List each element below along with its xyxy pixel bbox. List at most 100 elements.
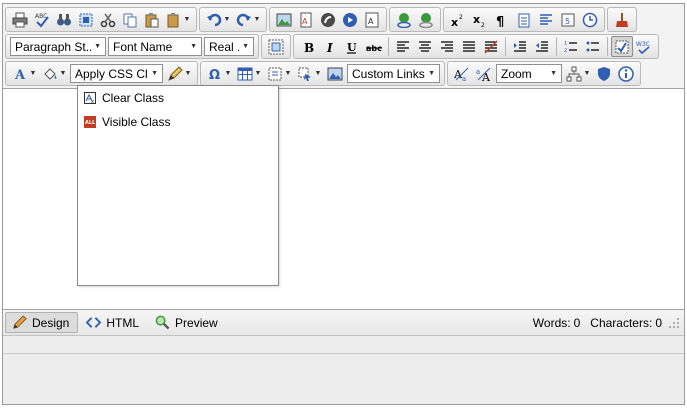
characters-value: 0 [655, 315, 662, 330]
tab-preview[interactable]: Preview [149, 312, 226, 333]
toolbar-group-image-props [261, 34, 291, 59]
justify-left-button[interactable] [392, 36, 414, 57]
back-color-dropdown[interactable]: ▼ [39, 63, 69, 84]
format-painter-dropdown[interactable]: ▼ [164, 63, 194, 84]
find-button[interactable] [53, 9, 75, 30]
toggle-table-borders-button[interactable] [611, 36, 633, 57]
align-center-icon [419, 40, 431, 52]
module-manager-dropdown[interactable]: ▼ [563, 63, 593, 84]
unlink-icon [419, 12, 433, 28]
superscript-button[interactable]: x2 [447, 9, 469, 30]
pencil-icon [13, 315, 27, 329]
resize-grip-icon[interactable] [668, 317, 680, 329]
underline-button[interactable]: U [341, 36, 363, 57]
insert-paragraph-button[interactable]: ¶ [491, 9, 513, 30]
strikethrough-button[interactable]: abc [363, 36, 385, 57]
insert-form-element-dropdown[interactable]: ▼ [264, 63, 294, 84]
clear-class-icon: x [84, 92, 96, 104]
template-icon: A [365, 12, 379, 27]
redo-button[interactable]: ▼ [233, 9, 263, 30]
underline-icon: U [347, 41, 357, 54]
chevron-down-icon: ▼ [242, 43, 249, 50]
toggle-screen-mode-button[interactable] [593, 63, 615, 84]
paragraph-align-button[interactable] [535, 9, 557, 30]
xhtml-validator-button[interactable]: W3C [633, 36, 655, 57]
insert-symbol-dropdown[interactable]: Ω ▼ [204, 63, 234, 84]
zoom-dropdown[interactable]: Zoom ▼ [496, 64, 562, 83]
fore-color-dropdown[interactable]: A ▼ [9, 63, 39, 84]
chevron-down-icon: ▼ [428, 70, 435, 77]
chevron-down-icon: ▼ [550, 70, 557, 77]
justify-right-button[interactable] [436, 36, 458, 57]
justify-center-button[interactable] [414, 36, 436, 57]
align-lines-icon [540, 13, 552, 25]
svg-text:Ω: Ω [209, 68, 220, 82]
globe-link-icon [397, 12, 411, 28]
font-name-dropdown[interactable]: Font Name ▼ [108, 37, 202, 56]
copy-button[interactable] [119, 9, 141, 30]
svg-text:A: A [368, 17, 374, 26]
bold-button[interactable]: B [297, 36, 319, 57]
convert-to-lower-button[interactable]: Aa [451, 63, 473, 84]
bullet-list-button[interactable] [582, 36, 604, 57]
format-stripper-button[interactable] [513, 9, 535, 30]
chevron-down-icon: ▼ [94, 43, 101, 50]
toolbar-group-insert-elements: Ω ▼ ▼ ▼ ▼ Custom Links ▼ [200, 61, 445, 86]
image-map-button[interactable] [324, 63, 346, 84]
words-value: 0 [573, 315, 581, 330]
paste-button[interactable] [141, 9, 163, 30]
css-class-option-visible[interactable]: ALL Visible Class [78, 110, 278, 134]
svg-text:2: 2 [459, 14, 463, 21]
table-icon [237, 67, 253, 80]
media-manager-button[interactable] [339, 9, 361, 30]
table-borders-icon [615, 40, 629, 53]
pen-icon [167, 65, 183, 81]
subscript-button[interactable]: x2 [469, 9, 491, 30]
css-class-value: Apply CSS Cl... [75, 66, 148, 81]
remove-link-button[interactable] [415, 9, 437, 30]
insert-time-button[interactable] [579, 9, 601, 30]
font-color-icon: A [14, 68, 26, 82]
chevron-down-icon: ▼ [253, 16, 261, 23]
custom-links-dropdown[interactable]: Custom Links ▼ [347, 64, 440, 83]
toolbar-group-links [389, 7, 441, 32]
template-manager-button[interactable]: A [361, 9, 383, 30]
spellcheck-button[interactable]: ABC [31, 9, 53, 30]
tab-design[interactable]: Design [5, 312, 79, 333]
tab-html[interactable]: HTML [80, 312, 147, 333]
flash-manager-button[interactable] [317, 9, 339, 30]
font-size-dropdown[interactable]: Real ... ▼ [204, 37, 254, 56]
hyperlink-manager-button[interactable] [393, 9, 415, 30]
css-class-option-clear[interactable]: x Clear Class [78, 86, 278, 110]
image-properties-button[interactable] [265, 36, 287, 57]
select-all-button[interactable] [75, 9, 97, 30]
chevron-down-icon: ▼ [29, 70, 37, 77]
outdent-button[interactable] [531, 36, 553, 57]
insert-date-button[interactable]: 5 [557, 9, 579, 30]
image-manager-button[interactable] [273, 9, 295, 30]
apply-css-class-dropdown[interactable]: Apply CSS Cl... ▼ [70, 64, 163, 83]
cut-button[interactable] [97, 9, 119, 30]
css-class-option-label: Visible Class [102, 115, 171, 129]
print-button[interactable] [9, 9, 31, 30]
undo-button[interactable]: ▼ [203, 9, 233, 30]
chevron-down-icon: ▼ [184, 70, 192, 77]
convert-to-upper-button[interactable]: aA [473, 63, 495, 84]
paste-options-dropdown[interactable]: ▼ [163, 9, 193, 30]
document-manager-button[interactable]: A [295, 9, 317, 30]
form-element-icon [268, 67, 282, 80]
format-cleaner-button[interactable] [611, 9, 633, 30]
font-name-value: Font Name [113, 39, 173, 54]
svg-text:A: A [14, 68, 26, 82]
indent-button[interactable] [509, 36, 531, 57]
italic-button[interactable]: I [319, 36, 341, 57]
css-class-option-label: Clear Class [102, 91, 165, 105]
css-class-popup: x Clear Class ALL Visible Class [77, 85, 279, 286]
insert-table-dropdown[interactable]: ▼ [234, 63, 264, 84]
justify-full-button[interactable] [458, 36, 480, 57]
about-button[interactable] [615, 63, 637, 84]
paragraph-style-dropdown[interactable]: Paragraph St... ▼ [10, 37, 106, 56]
justify-none-button[interactable] [480, 36, 502, 57]
numbered-list-button[interactable]: 12 [560, 36, 582, 57]
insert-snippet-dropdown[interactable]: ▼ [294, 63, 324, 84]
